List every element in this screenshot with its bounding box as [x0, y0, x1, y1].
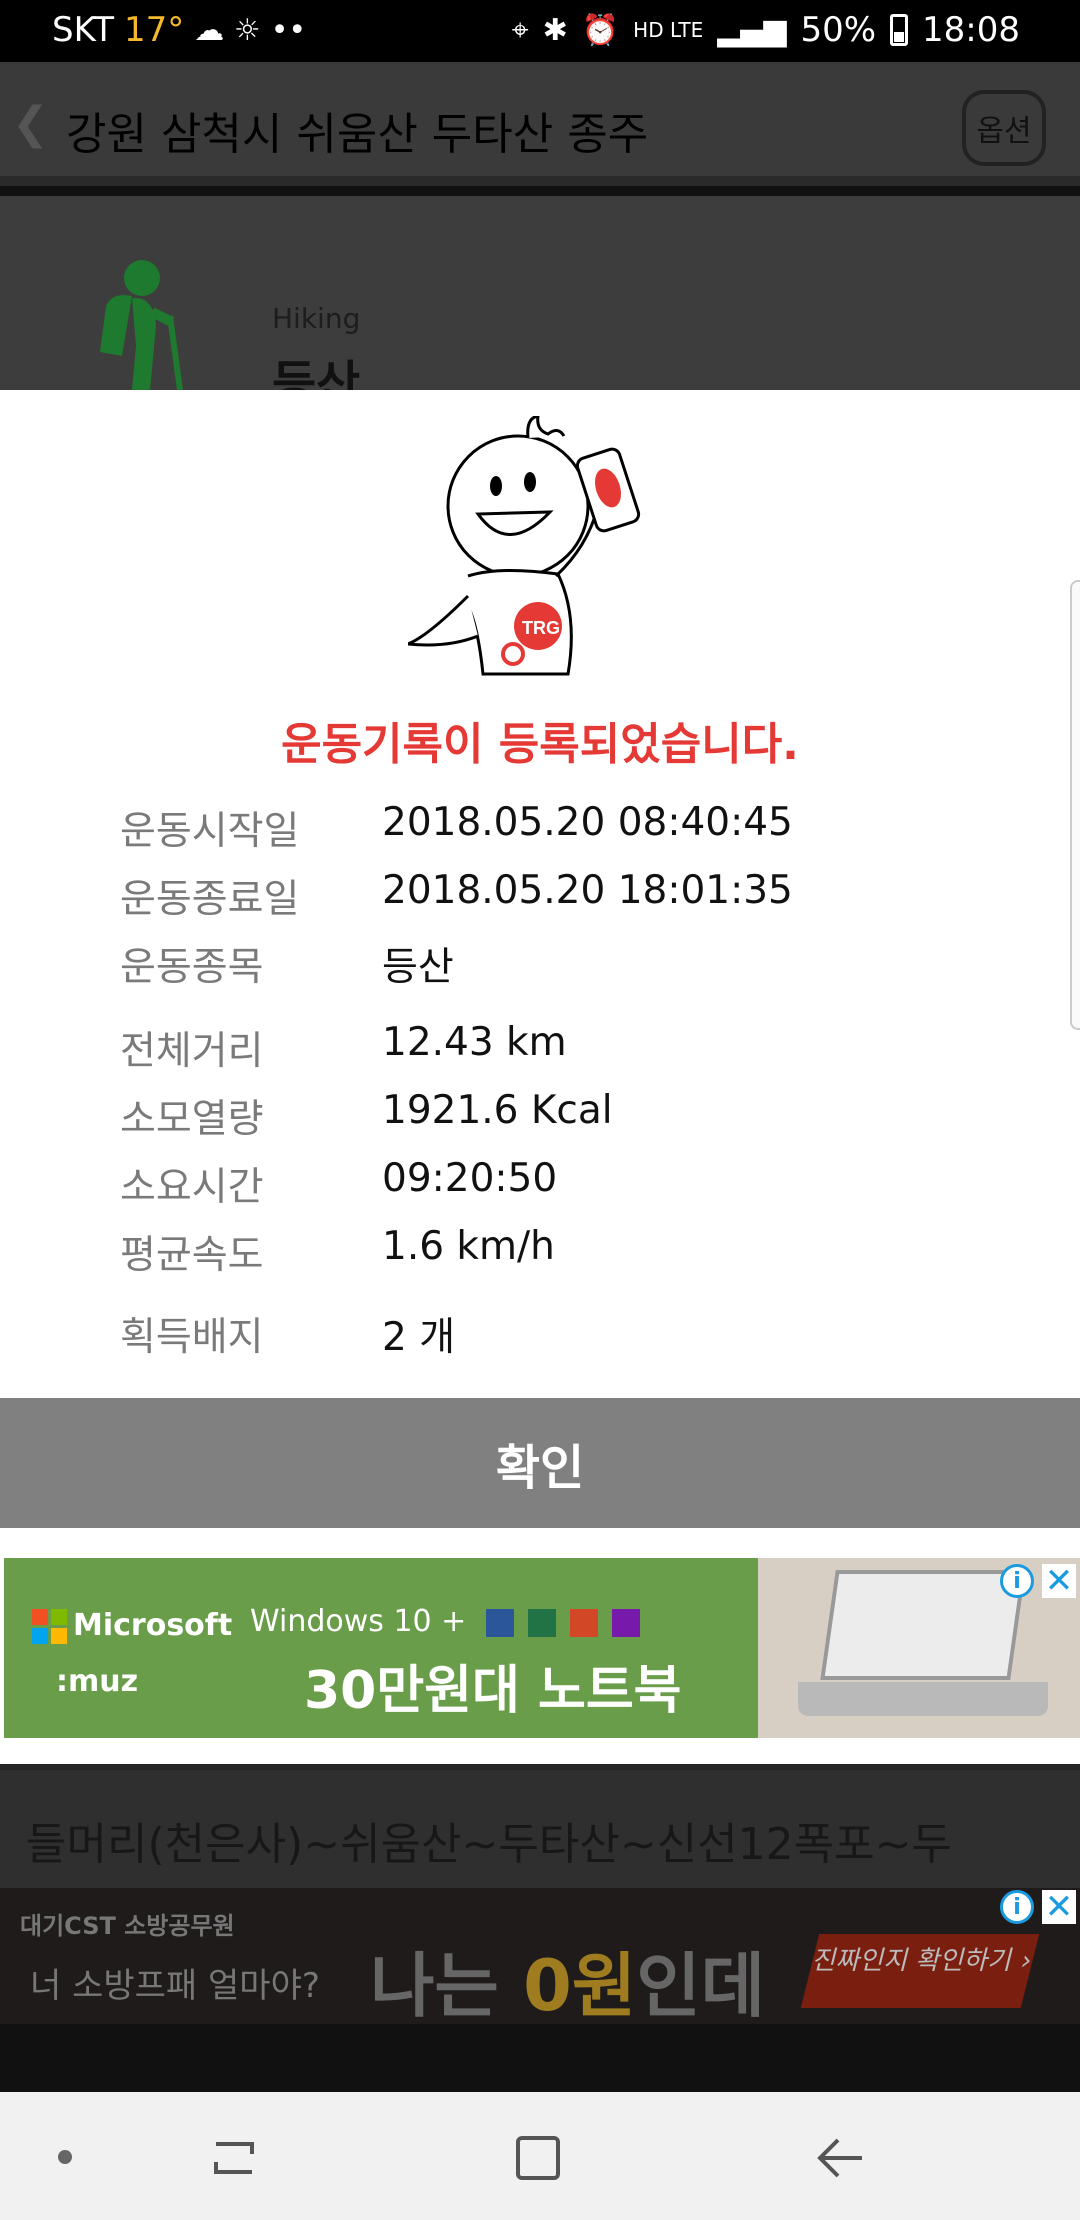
ad-choices: i ✕	[1000, 1561, 1076, 1601]
back-icon[interactable]: ❮	[12, 98, 49, 149]
row-value: 1.6 km/h	[382, 1224, 555, 1269]
row-value: 09:20:50	[382, 1156, 558, 1201]
ad-banner-container: Microsoft :muz Windows 10 + 30만원대 노트북 i …	[0, 1528, 1080, 1764]
ad2-question: 너 소방프패 얼마야?	[30, 1966, 320, 2006]
row-badges: 획득배지 2 개	[120, 1306, 1020, 1362]
activity-label-en: Hiking	[272, 302, 361, 335]
ad-banner-firefighter[interactable]: 대기CST 소방공무원 너 소방프패 얼마야? 나는 0원인데 진짜인지 확인하…	[0, 1888, 1080, 2024]
ad-info-icon[interactable]: i	[1000, 1564, 1034, 1598]
signal-icon: ▂▄▆	[717, 12, 787, 48]
ad-banner-laptop[interactable]: Microsoft :muz Windows 10 + 30만원대 노트북	[4, 1558, 1080, 1738]
battery-percent: 50%	[800, 10, 877, 50]
row-label: 평균속도	[120, 1233, 264, 1278]
mascot-illustration: TRG	[408, 416, 641, 676]
temperature-label: 17°	[124, 10, 185, 50]
carrier-label: SKT	[52, 10, 115, 50]
row-calories: 소모열량 1921.6 Kcal	[120, 1088, 1020, 1144]
side-panel-handle[interactable]	[1070, 580, 1080, 1030]
row-label: 소요시간	[120, 1165, 264, 1210]
network-type-label: HD LTE	[633, 18, 704, 42]
ad-brand-text: Microsoft	[73, 1608, 233, 1643]
row-label: 운동종목	[120, 945, 264, 990]
mascot-badge-text: TRG	[522, 618, 560, 638]
ad2-close-icon[interactable]: ✕	[1042, 1888, 1076, 1927]
ad2-info-icon[interactable]: i	[1000, 1890, 1034, 1924]
ad2-headline-post: 인데	[636, 1945, 766, 2024]
row-duration: 소요시간 09:20:50	[120, 1156, 1020, 1212]
row-value: 1921.6 Kcal	[382, 1088, 613, 1133]
record-saved-dialog: TRG 운동기록이 등록되었습니다. 운동시작일 2018.05.20 08:4…	[0, 390, 1080, 1528]
ad-sub-brand: :muz	[56, 1664, 139, 1699]
alarm-icon: ⏰	[581, 12, 620, 48]
route-description: 들머리(천은사)~쉬움산~두타산~신선12폭포~두	[26, 1819, 952, 1870]
ad-brand: Microsoft	[32, 1608, 232, 1644]
system-navigation-bar	[0, 2092, 1080, 2220]
row-label: 전체거리	[120, 1029, 264, 1074]
ad2-brand: 대기CST 소방공무원	[20, 1912, 235, 1940]
clock: 18:08	[922, 10, 1020, 50]
office-apps-icon	[485, 1604, 640, 1639]
ad2-headline-pre: 나는	[370, 1945, 524, 2024]
recent-apps-icon[interactable]	[206, 2132, 262, 2184]
hiker-icon	[100, 260, 183, 390]
nav-dot-icon[interactable]	[58, 2150, 72, 2164]
ad2-headline: 나는 0원인데	[370, 1930, 765, 2024]
option-button[interactable]: 옵션	[962, 90, 1046, 166]
confirm-button[interactable]: 확인	[0, 1398, 1080, 1528]
row-label: 운동시작일	[120, 809, 300, 854]
status-bar: SKT 17° ☁ ☼ •• ⌖ ✱ ⏰ HD LTE ▂▄▆ 50% 18:0…	[0, 0, 1080, 62]
home-icon[interactable]	[510, 2132, 566, 2184]
route-section: 들머리(천은사)~쉬움산~두타산~신선12폭포~두	[0, 1764, 1080, 1888]
ad-close-icon[interactable]: ✕	[1042, 1561, 1076, 1601]
ad-windows-text: Windows 10 +	[250, 1604, 640, 1639]
row-exercise-type: 운동종목 등산	[120, 936, 1020, 992]
page-footer-strip	[0, 2024, 1080, 2092]
ad-headline: 30만원대 노트북	[304, 1661, 682, 1721]
row-label: 운동종료일	[120, 877, 300, 922]
weather-icon: ☁ ☼	[194, 12, 261, 48]
row-end-date: 운동종료일 2018.05.20 18:01:35	[120, 868, 1020, 924]
bluetooth-icon: ✱	[542, 12, 568, 48]
ad2-headline-accent: 0원	[523, 1945, 637, 2024]
row-start-date: 운동시작일 2018.05.20 08:40:45	[120, 800, 1020, 856]
row-value: 2 개	[382, 1315, 456, 1360]
back-nav-icon[interactable]	[812, 2132, 868, 2184]
location-icon: ⌖	[511, 12, 529, 48]
ad-windows-label: Windows 10 +	[250, 1604, 467, 1639]
ad2-choices: i ✕	[1000, 1888, 1076, 1927]
row-total-distance: 전체거리 12.43 km	[120, 1020, 1020, 1076]
row-label: 소모열량	[120, 1097, 264, 1142]
dialog-title: 운동기록이 등록되었습니다.	[281, 719, 799, 770]
row-label: 획득배지	[120, 1315, 264, 1360]
microsoft-logo-icon	[32, 1609, 67, 1644]
row-value: 등산	[382, 945, 454, 990]
more-notifications-icon: ••	[270, 12, 307, 48]
row-value: 2018.05.20 18:01:35	[382, 868, 793, 913]
row-average-speed: 평균속도 1.6 km/h	[120, 1224, 1020, 1280]
page-title: 강원 삼척시 쉬움산 두타산 종주	[66, 109, 649, 160]
app-bar: ❮ 강원 삼척시 쉬움산 두타산 종주 옵션	[0, 62, 1080, 186]
battery-icon	[890, 14, 909, 46]
row-value: 2018.05.20 08:40:45	[382, 800, 793, 845]
activity-header: Hiking 등산	[0, 196, 1080, 412]
ad2-cta-button[interactable]: 진짜인지 확인하기 ›	[800, 1934, 1040, 2008]
row-value: 12.43 km	[382, 1020, 567, 1065]
